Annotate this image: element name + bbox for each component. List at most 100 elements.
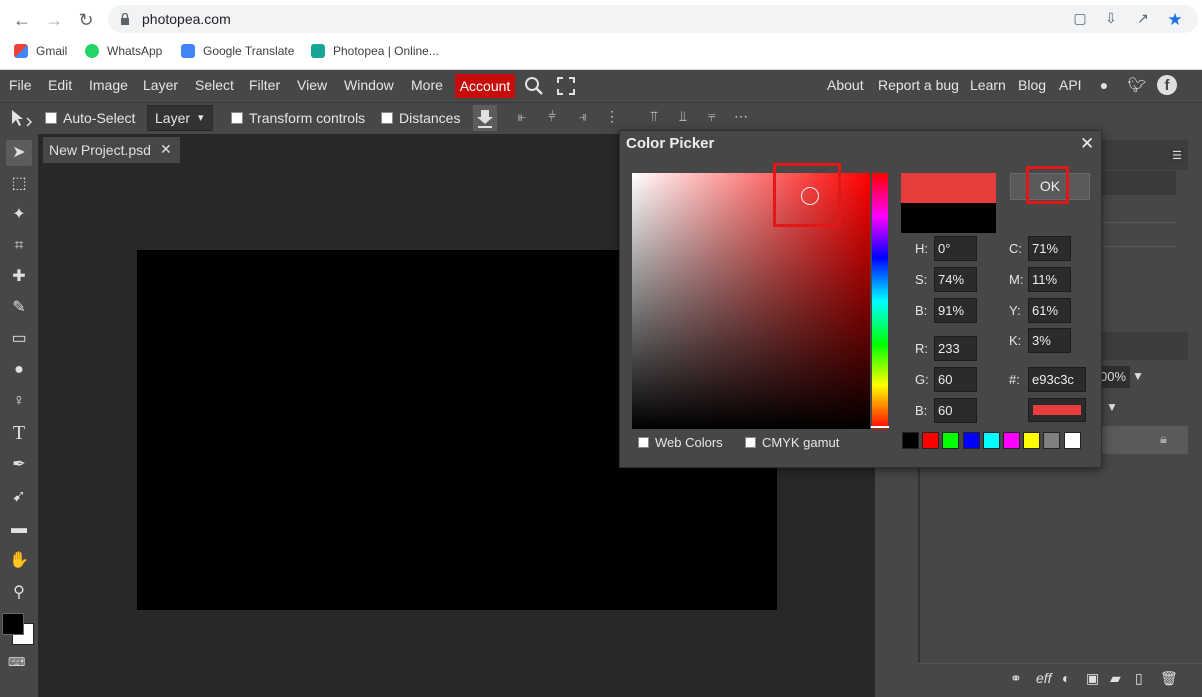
move-tool-icon[interactable] bbox=[9, 108, 33, 128]
align-bottom-icon[interactable]: ⫧ bbox=[703, 108, 721, 126]
panel-menu-icon[interactable]: ☰ bbox=[1169, 148, 1185, 164]
fullscreen-icon[interactable] bbox=[557, 77, 575, 95]
chevron-down-icon[interactable]: ▼ bbox=[1132, 369, 1144, 383]
saturation-input[interactable]: 74% bbox=[934, 267, 977, 292]
bookmark-photopea[interactable]: Photopea | Online... bbox=[311, 43, 439, 59]
opacity-field[interactable]: 00% bbox=[1100, 366, 1130, 388]
cyan-input[interactable]: 71% bbox=[1028, 236, 1071, 261]
menu-file[interactable]: File bbox=[9, 77, 32, 93]
chevron-down-icon[interactable]: ▼ bbox=[1106, 400, 1118, 414]
quick-swatch[interactable] bbox=[1063, 432, 1081, 449]
hue-slider[interactable] bbox=[872, 173, 888, 429]
black-input[interactable]: 3% bbox=[1028, 328, 1071, 353]
hex-input[interactable]: e93c3c bbox=[1028, 367, 1086, 392]
align-right-icon[interactable]: ⫣ bbox=[574, 108, 592, 126]
new-layer-icon[interactable]: ▯ bbox=[1135, 670, 1143, 687]
menu-window[interactable]: Window bbox=[344, 77, 394, 93]
close-icon[interactable]: ✕ bbox=[160, 141, 172, 158]
green-input[interactable]: 60 bbox=[934, 367, 977, 392]
move-icon[interactable]: ➤ bbox=[6, 140, 32, 166]
mask-icon[interactable]: ▣ bbox=[1086, 670, 1099, 687]
bookmark-gmail[interactable]: Gmail bbox=[14, 43, 67, 59]
quick-swatch[interactable] bbox=[1023, 432, 1041, 449]
marquee-icon[interactable]: ⬚ bbox=[6, 171, 32, 197]
healing-icon[interactable]: ✚ bbox=[6, 264, 32, 290]
magic-wand-icon[interactable]: ✦ bbox=[6, 202, 32, 228]
share-icon[interactable]: ↗ bbox=[1134, 10, 1152, 28]
distribute-h-icon[interactable]: ⋯ bbox=[732, 108, 750, 126]
menu-report-bug[interactable]: Report a bug bbox=[878, 77, 959, 93]
download-arrow-icon[interactable] bbox=[473, 105, 497, 131]
zoom-icon[interactable]: ⚲ bbox=[6, 580, 32, 606]
forward-icon[interactable]: → bbox=[42, 8, 66, 32]
menu-view[interactable]: View bbox=[297, 77, 327, 93]
align-left-icon[interactable]: ⫦ bbox=[513, 108, 531, 126]
facebook-icon[interactable]: f bbox=[1157, 75, 1177, 95]
transform-controls-checkbox[interactable] bbox=[231, 112, 243, 124]
hue-input[interactable]: 0° bbox=[934, 236, 977, 261]
menu-about[interactable]: About bbox=[827, 77, 864, 93]
shape-icon[interactable]: ▬ bbox=[6, 516, 32, 542]
close-icon[interactable]: ✕ bbox=[1080, 134, 1094, 154]
auto-select-toggle[interactable]: Auto-Select bbox=[45, 110, 135, 126]
keyboard-icon[interactable]: ⌨ bbox=[8, 655, 30, 669]
quick-swatch[interactable] bbox=[902, 432, 919, 449]
menu-more[interactable]: More bbox=[411, 77, 443, 93]
quick-swatch[interactable] bbox=[922, 432, 940, 449]
quick-swatch[interactable] bbox=[1003, 432, 1020, 449]
align-middle-icon[interactable]: ⫫ bbox=[674, 108, 692, 126]
auto-select-checkbox[interactable] bbox=[45, 112, 57, 124]
hand-icon[interactable]: ✋ bbox=[6, 548, 32, 574]
effects-icon[interactable]: eff bbox=[1036, 670, 1052, 686]
account-button[interactable]: Account bbox=[455, 74, 515, 98]
gradient-icon[interactable]: ▭ bbox=[6, 326, 32, 352]
quick-swatch[interactable] bbox=[982, 432, 1000, 449]
layer-row[interactable] bbox=[1100, 426, 1188, 454]
search-icon[interactable] bbox=[524, 76, 544, 96]
address-bar[interactable] bbox=[108, 5, 1198, 33]
adjustment-icon[interactable]: ◐ bbox=[1062, 670, 1070, 686]
page-icon[interactable]: ▢ bbox=[1071, 10, 1089, 28]
path-select-icon[interactable]: ➹ bbox=[6, 484, 32, 510]
web-colors-toggle[interactable]: Web Colors bbox=[638, 435, 723, 450]
download-icon[interactable]: ⇩ bbox=[1102, 10, 1120, 28]
pen-icon[interactable]: ✒ bbox=[6, 452, 32, 478]
brightness-input[interactable]: 91% bbox=[934, 298, 977, 323]
reload-icon[interactable]: ↻ bbox=[74, 8, 98, 32]
twitter-icon[interactable]: 🐦︎ bbox=[1127, 76, 1147, 94]
blue-input[interactable]: 60 bbox=[934, 398, 977, 423]
align-top-icon[interactable]: ⫪ bbox=[645, 108, 663, 126]
distribute-icon[interactable]: ⋮ bbox=[603, 108, 621, 126]
menu-blog[interactable]: Blog bbox=[1018, 77, 1046, 93]
distances-toggle[interactable]: Distances bbox=[381, 110, 460, 126]
link-icon[interactable]: ⚭ bbox=[1010, 670, 1022, 687]
brush-icon[interactable]: ✎ bbox=[6, 295, 32, 321]
text-icon[interactable]: T bbox=[6, 420, 32, 446]
bookmark-whatsapp[interactable]: WhatsApp bbox=[85, 43, 162, 59]
menu-learn[interactable]: Learn bbox=[970, 77, 1006, 93]
transform-controls-toggle[interactable]: Transform controls bbox=[231, 110, 365, 126]
quick-swatch[interactable] bbox=[942, 432, 960, 449]
yellow-input[interactable]: 61% bbox=[1028, 298, 1071, 323]
menu-api[interactable]: API bbox=[1059, 77, 1082, 93]
blur-icon[interactable]: ● bbox=[6, 357, 32, 383]
distances-checkbox[interactable] bbox=[381, 112, 393, 124]
cmyk-gamut-checkbox[interactable] bbox=[745, 437, 756, 448]
menu-image[interactable]: Image bbox=[89, 77, 128, 93]
back-icon[interactable]: ← bbox=[10, 8, 34, 32]
dodge-icon[interactable]: ♀ bbox=[6, 388, 32, 414]
reddit-icon[interactable]: ● bbox=[1094, 77, 1114, 95]
red-input[interactable]: 233 bbox=[934, 336, 977, 361]
cmyk-gamut-toggle[interactable]: CMYK gamut bbox=[745, 435, 839, 450]
web-colors-checkbox[interactable] bbox=[638, 437, 649, 448]
hue-slider-handle[interactable] bbox=[871, 426, 889, 428]
folder-icon[interactable]: ▰ bbox=[1110, 670, 1121, 687]
crop-icon[interactable]: ⌗ bbox=[6, 233, 32, 259]
menu-filter[interactable]: Filter bbox=[249, 77, 280, 93]
magenta-input[interactable]: 11% bbox=[1028, 267, 1071, 292]
star-icon[interactable]: ★ bbox=[1166, 10, 1184, 29]
menu-layer[interactable]: Layer bbox=[143, 77, 178, 93]
foreground-color-swatch[interactable] bbox=[2, 613, 24, 635]
quick-swatch[interactable] bbox=[1043, 432, 1061, 449]
quick-swatch[interactable] bbox=[962, 432, 980, 449]
